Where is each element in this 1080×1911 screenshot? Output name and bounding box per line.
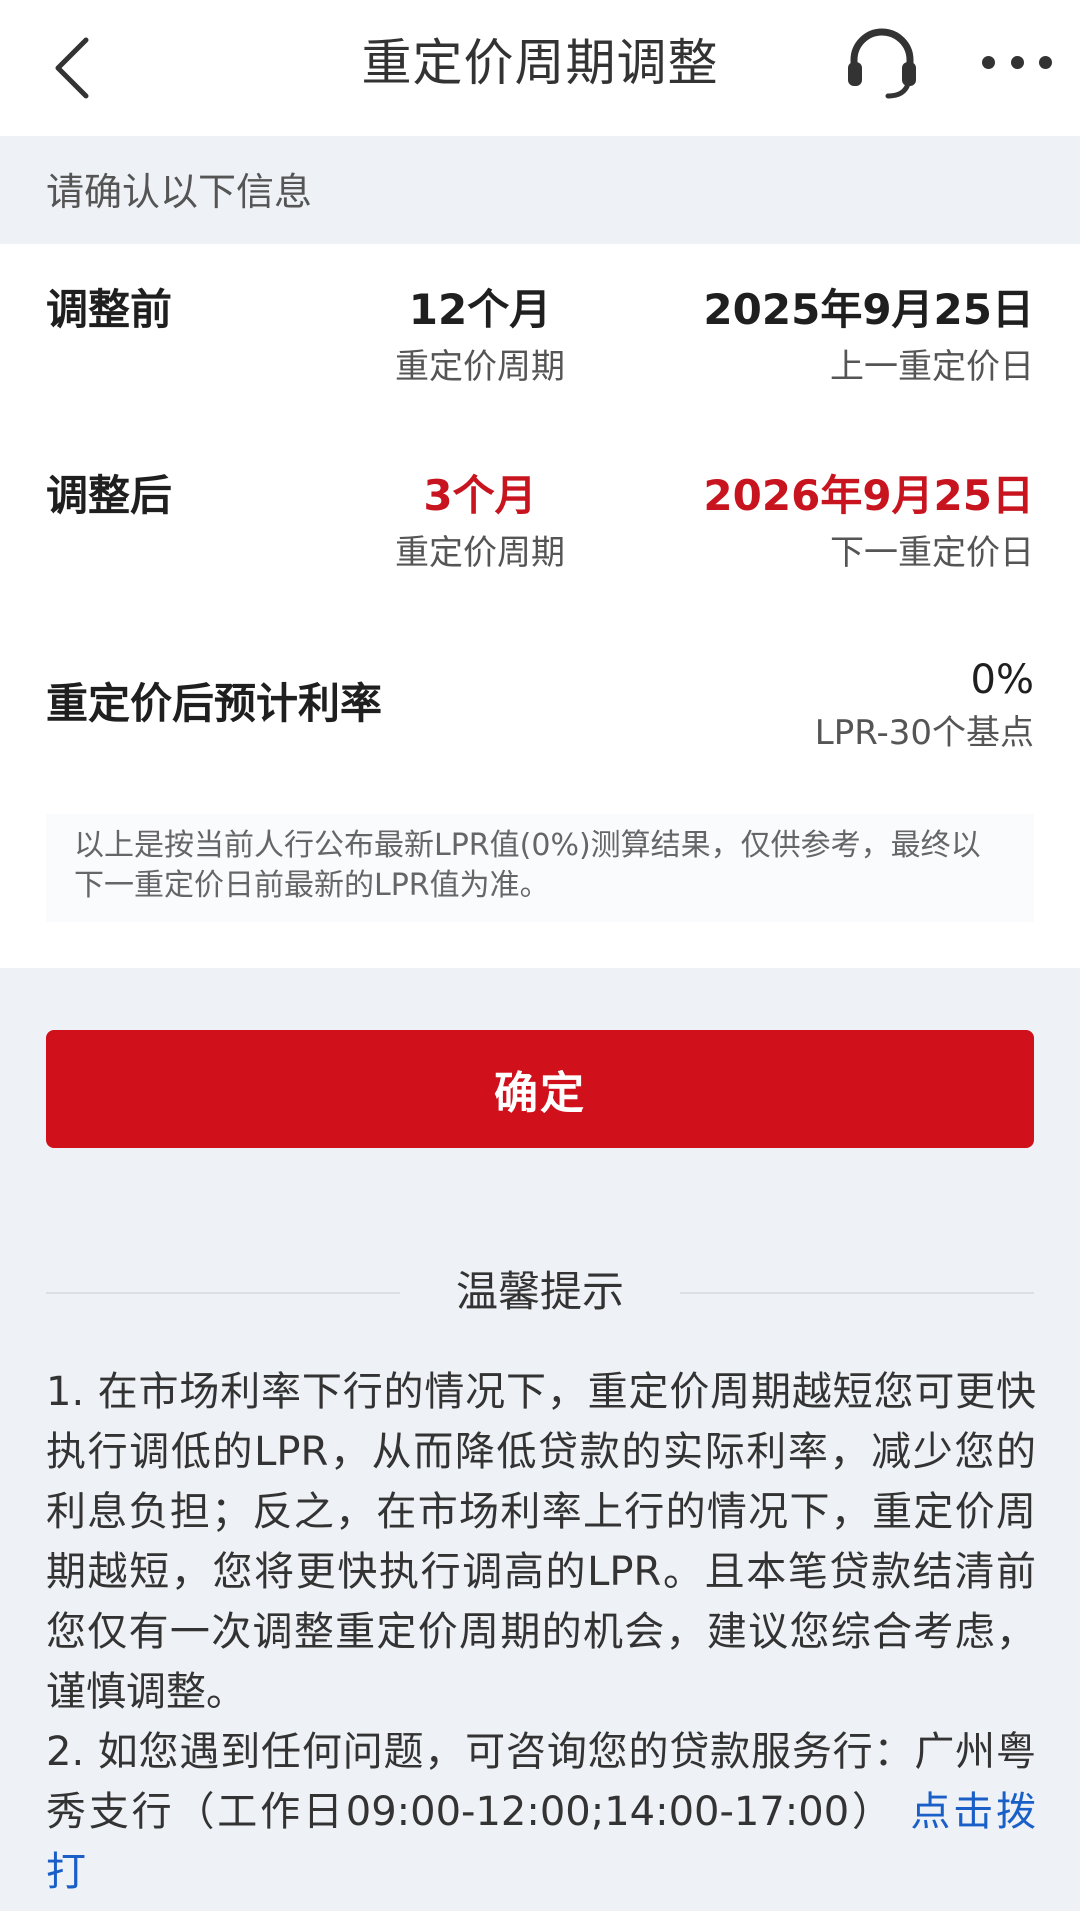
divider: [46, 1292, 400, 1294]
dot: [1010, 55, 1024, 69]
after-date-value: 2026年9月25日: [703, 471, 1034, 520]
tip-item-2-text: 2. 如您遇到任何问题，可咨询您的贷款服务行：广州粤秀支行（工作日09:00-1…: [46, 1729, 1036, 1835]
headset-icon: [848, 28, 916, 99]
tips-body: 1. 在市场利率下行的情况下，重定价周期越短您可更快执行调低的LPR，从而降低贷…: [46, 1362, 1036, 1902]
before-period-caption: 重定价周期: [395, 347, 565, 387]
info-card: 调整前 12个月 重定价周期 2025年9月25日 上一重定价日 调整后 3个月…: [0, 244, 1080, 968]
top-bar: 重定价周期调整: [0, 0, 1080, 136]
more-dots-icon[interactable]: [982, 40, 1052, 84]
confirm-button[interactable]: 确定: [46, 1030, 1034, 1148]
section-header: 请确认以下信息: [0, 136, 1080, 244]
before-date-value: 2025年9月25日: [703, 285, 1034, 334]
rate-value: 0%: [970, 657, 1034, 703]
tip-item-1: 1. 在市场利率下行的情况下，重定价周期越短您可更快执行调低的LPR，从而降低贷…: [46, 1369, 1036, 1715]
before-date-caption: 上一重定价日: [830, 347, 1034, 387]
rate-note: 以上是按当前人行公布最新LPR值(0%)测算结果，仅供参考，最终以下一重定价日前…: [46, 814, 1034, 922]
after-label: 调整后: [46, 471, 173, 520]
rate-caption: LPR-30个基点: [814, 713, 1034, 753]
section-heading: 请确认以下信息: [46, 170, 313, 214]
divider: [680, 1292, 1034, 1294]
before-label: 调整前: [46, 285, 173, 334]
tips-title: 温馨提示: [455, 1267, 624, 1316]
before-period-value: 12个月: [408, 285, 552, 334]
customer-service-button[interactable]: [842, 22, 922, 102]
after-period-value: 3个月: [423, 471, 537, 520]
rate-label: 重定价后预计利率: [46, 679, 383, 728]
tip-item-2: 2. 如您遇到任何问题，可咨询您的贷款服务行：广州粤秀支行（工作日09:00-1…: [46, 1722, 1036, 1902]
dot: [982, 55, 995, 69]
dot: [1039, 55, 1052, 69]
after-period-caption: 重定价周期: [395, 533, 565, 573]
after-date-caption: 下一重定价日: [830, 533, 1034, 573]
